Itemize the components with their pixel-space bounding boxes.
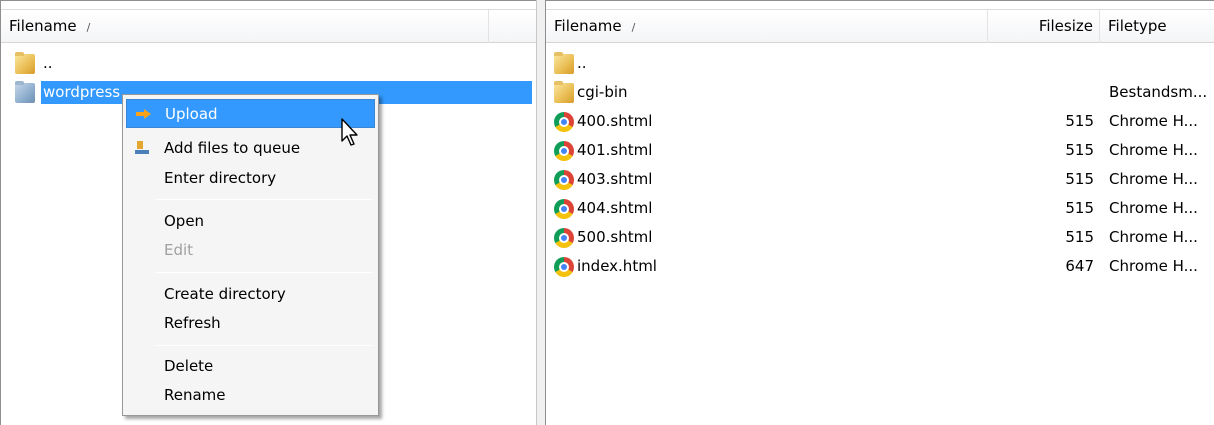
remote-row-name: .. bbox=[577, 54, 587, 72]
menu-item-label: Delete bbox=[164, 357, 214, 375]
remote-row-name: 403.shtml bbox=[577, 170, 653, 188]
remote-row-type: Bestandsm... bbox=[1109, 83, 1208, 101]
remote-row-type: Chrome H... bbox=[1109, 170, 1198, 188]
sort-indicator-icon: / bbox=[86, 21, 91, 34]
local-filename-column-header[interactable]: Filename / bbox=[1, 10, 489, 43]
menu-separator bbox=[155, 345, 373, 346]
remote-row-name: 500.shtml bbox=[577, 228, 653, 246]
folder-icon bbox=[15, 81, 35, 103]
chrome-icon bbox=[554, 170, 574, 190]
local-filename-header-label: Filename bbox=[9, 17, 77, 35]
remote-row[interactable]: 400.shtml 515 Chrome H... bbox=[546, 107, 1214, 136]
remote-row-name: 401.shtml bbox=[577, 141, 653, 159]
chrome-icon bbox=[554, 199, 574, 219]
remote-row-size: 515 bbox=[1065, 199, 1094, 217]
chrome-icon bbox=[554, 228, 574, 248]
menu-item-add-files-to-queue[interactable]: Add files to queue bbox=[126, 134, 375, 163]
remote-file-list[interactable]: Filename / Filesize Filetype .. cgi-bin Bes… bbox=[546, 0, 1214, 425]
local-row-name: wordpress bbox=[41, 81, 123, 104]
remote-row-size: 647 bbox=[1065, 257, 1094, 275]
folder-icon bbox=[554, 81, 574, 103]
remote-row-name: 404.shtml bbox=[577, 199, 653, 217]
local-row-name: .. bbox=[43, 54, 53, 72]
remote-row[interactable]: 404.shtml 515 Chrome H... bbox=[546, 194, 1214, 223]
remote-row-size: 515 bbox=[1065, 141, 1094, 159]
remote-row[interactable]: 401.shtml 515 Chrome H... bbox=[546, 136, 1214, 165]
menu-item-delete[interactable]: Delete bbox=[126, 352, 375, 381]
menu-item-label: Enter directory bbox=[164, 169, 277, 187]
filetype-header-label: Filetype bbox=[1108, 17, 1167, 35]
remote-row[interactable]: .. bbox=[546, 49, 1214, 78]
menu-item-upload[interactable]: Upload bbox=[126, 99, 375, 128]
remote-filename-header-label: Filename bbox=[554, 17, 622, 35]
menu-item-label: Rename bbox=[164, 386, 226, 404]
remote-row-type: Chrome H... bbox=[1109, 112, 1198, 130]
menu-item-label: Open bbox=[164, 212, 205, 230]
upload-arrow-icon bbox=[136, 109, 152, 119]
filetype-column-header[interactable]: Filetype bbox=[1100, 10, 1214, 43]
remote-row-name: cgi-bin bbox=[577, 83, 628, 101]
filesize-column-header[interactable]: Filesize bbox=[988, 10, 1100, 43]
filesize-header-label: Filesize bbox=[1038, 17, 1093, 35]
remote-row[interactable]: index.html 647 Chrome H... bbox=[546, 252, 1214, 281]
menu-item-edit: Edit bbox=[126, 236, 375, 265]
chrome-icon bbox=[554, 257, 574, 277]
menu-separator bbox=[155, 199, 373, 200]
menu-item-open[interactable]: Open bbox=[126, 207, 375, 236]
menu-item-label: Edit bbox=[164, 241, 194, 259]
menu-item-create-directory[interactable]: Create directory bbox=[126, 280, 375, 309]
remote-row[interactable]: 500.shtml 515 Chrome H... bbox=[546, 223, 1214, 252]
add-to-queue-icon bbox=[135, 141, 151, 155]
menu-item-label: Refresh bbox=[164, 314, 221, 332]
folder-icon bbox=[15, 52, 35, 74]
local-row-parent[interactable]: .. bbox=[1, 49, 536, 78]
remote-row-name: index.html bbox=[577, 257, 657, 275]
remote-filename-column-header[interactable]: Filename / bbox=[546, 10, 988, 43]
remote-row-size bbox=[988, 78, 1094, 107]
menu-item-label: Add files to queue bbox=[164, 139, 301, 157]
remote-row-type: Chrome H... bbox=[1109, 199, 1198, 217]
menu-separator bbox=[155, 272, 373, 273]
menu-item-label: Upload bbox=[165, 105, 218, 123]
menu-item-rename[interactable]: Rename bbox=[126, 381, 375, 410]
remote-row-size: 515 bbox=[1065, 228, 1094, 246]
menu-item-label: Create directory bbox=[164, 285, 286, 303]
remote-row-size bbox=[988, 49, 1094, 78]
remote-row-type: Chrome H... bbox=[1109, 228, 1198, 246]
sort-indicator-icon: / bbox=[631, 21, 636, 34]
menu-item-refresh[interactable]: Refresh bbox=[126, 309, 375, 338]
menu-item-enter-directory[interactable]: Enter directory bbox=[126, 164, 375, 193]
remote-row[interactable]: 403.shtml 515 Chrome H... bbox=[546, 165, 1214, 194]
chrome-icon bbox=[554, 141, 574, 161]
mouse-cursor-icon bbox=[341, 118, 358, 146]
remote-row[interactable]: cgi-bin Bestandsm... bbox=[546, 78, 1214, 107]
remote-row-size: 515 bbox=[1065, 112, 1094, 130]
chrome-icon bbox=[554, 112, 574, 132]
local-list-header: Filename / bbox=[1, 9, 536, 43]
remote-list-header: Filename / Filesize Filetype bbox=[546, 9, 1214, 43]
remote-row-type: Chrome H... bbox=[1109, 257, 1198, 275]
folder-icon bbox=[554, 52, 574, 74]
remote-row-name: 400.shtml bbox=[577, 112, 653, 130]
remote-row-type: Chrome H... bbox=[1109, 141, 1198, 159]
remote-row-size: 515 bbox=[1065, 170, 1094, 188]
pane-splitter[interactable] bbox=[536, 0, 546, 425]
